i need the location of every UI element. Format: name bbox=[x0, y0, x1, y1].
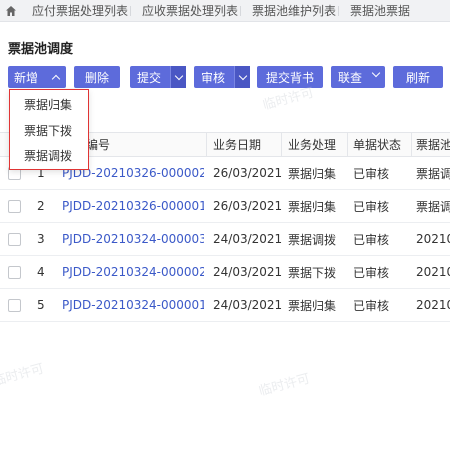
home-icon[interactable] bbox=[0, 0, 22, 21]
row-date: 26/03/2021 bbox=[213, 199, 283, 213]
watermark: 临时许可 bbox=[0, 361, 46, 390]
row-index: 2 bbox=[37, 199, 45, 213]
row-code-link[interactable]: PJDD-20210324-000001 bbox=[62, 289, 204, 321]
row-biz: 票据调拨 bbox=[288, 232, 337, 247]
row-index: 5 bbox=[37, 298, 45, 312]
row-index: 4 bbox=[37, 265, 45, 279]
table-row[interactable]: 4 PJDD-20210324-000002 24/03/2021 票据下拨 已审核 20… bbox=[0, 256, 450, 289]
row-biz: 票据下拨 bbox=[288, 265, 337, 280]
row-pool: 20210 bbox=[416, 265, 450, 279]
row-code-link[interactable]: PJDD-20210324-000003 bbox=[62, 223, 204, 255]
row-pool: 票据调 bbox=[416, 166, 450, 181]
row-code-link[interactable]: PJDD-20210324-000002 bbox=[62, 256, 204, 288]
table-row[interactable]: 5 PJDD-20210324-000001 24/03/2021 票据归集 已审核 20… bbox=[0, 289, 450, 322]
row-pool: 20210 bbox=[416, 298, 450, 312]
table-row[interactable]: 3 PJDD-20210324-000003 24/03/2021 票据调拨 已审核 20… bbox=[0, 223, 450, 256]
row-checkbox[interactable] bbox=[8, 199, 21, 213]
row-checkbox[interactable] bbox=[8, 232, 21, 246]
row-date: 24/03/2021 bbox=[213, 265, 283, 279]
tab-receivable-notes[interactable]: 应收票据处理列表 bbox=[128, 0, 238, 21]
menu-item-transfer[interactable]: 票据调拨 bbox=[10, 143, 88, 168]
row-biz: 票据归集 bbox=[288, 199, 337, 214]
audit-button[interactable]: 审核 bbox=[194, 66, 250, 88]
column-header-code[interactable]: 编号 bbox=[86, 133, 206, 156]
table-row[interactable]: 2 PJDD-20210326-000001 26/03/2021 票据归集 已审核 票据… bbox=[0, 190, 450, 223]
row-code-link[interactable]: PJDD-20210326-000001 bbox=[62, 190, 204, 222]
row-date: 24/03/2021 bbox=[213, 298, 283, 312]
watermark: 临时许可 bbox=[257, 371, 312, 400]
page-title: 票据池调度 bbox=[8, 42, 74, 57]
row-checkbox[interactable] bbox=[8, 265, 21, 279]
toolbar: 新增 删除 提交 审核 提交背书 联查 刷新 bbox=[0, 66, 450, 88]
row-status: 已审核 bbox=[353, 199, 390, 214]
row-date: 26/03/2021 bbox=[213, 166, 283, 180]
row-status: 已审核 bbox=[353, 166, 390, 181]
row-biz: 票据归集 bbox=[288, 166, 337, 181]
menu-item-collect[interactable]: 票据归集 bbox=[10, 92, 88, 117]
row-pool: 票据调 bbox=[416, 199, 450, 214]
row-biz: 票据归集 bbox=[288, 298, 337, 313]
row-status: 已审核 bbox=[353, 265, 390, 280]
refresh-button[interactable]: 刷新 bbox=[393, 66, 443, 88]
chevron-up-icon bbox=[51, 73, 61, 84]
chevron-down-icon[interactable] bbox=[234, 66, 250, 88]
chevron-down-icon bbox=[371, 68, 381, 78]
chevron-down-icon[interactable] bbox=[170, 66, 186, 88]
tab-pool-notes[interactable]: 票据池票据 bbox=[336, 0, 410, 21]
joint-check-button[interactable]: 联查 bbox=[331, 66, 385, 88]
column-header-status[interactable]: 单据状态 bbox=[353, 133, 413, 156]
submit-button[interactable]: 提交 bbox=[130, 66, 186, 88]
row-date: 24/03/2021 bbox=[213, 232, 283, 246]
add-button[interactable]: 新增 bbox=[8, 66, 66, 88]
submit-endorse-button[interactable]: 提交背书 bbox=[257, 66, 323, 88]
column-header-date[interactable]: 业务日期 bbox=[213, 133, 283, 156]
row-checkbox[interactable] bbox=[8, 298, 21, 312]
row-index: 3 bbox=[37, 232, 45, 246]
add-dropdown-menu: 票据归集 票据下拨 票据调拨 bbox=[9, 89, 89, 170]
tab-bar: 应付票据处理列表 应收票据处理列表 票据池维护列表 票据池票据 bbox=[0, 0, 450, 22]
delete-button[interactable]: 删除 bbox=[74, 66, 120, 88]
row-status: 已审核 bbox=[353, 298, 390, 313]
column-header-biz[interactable]: 业务处理 bbox=[288, 133, 348, 156]
row-pool: 20210 bbox=[416, 232, 450, 246]
column-header-pool[interactable]: 票据池 bbox=[416, 133, 450, 156]
row-status: 已审核 bbox=[353, 232, 390, 247]
menu-item-allocate[interactable]: 票据下拨 bbox=[10, 118, 88, 143]
tab-pool-maintenance[interactable]: 票据池维护列表 bbox=[238, 0, 336, 21]
tab-payable-notes[interactable]: 应付票据处理列表 bbox=[22, 0, 128, 21]
